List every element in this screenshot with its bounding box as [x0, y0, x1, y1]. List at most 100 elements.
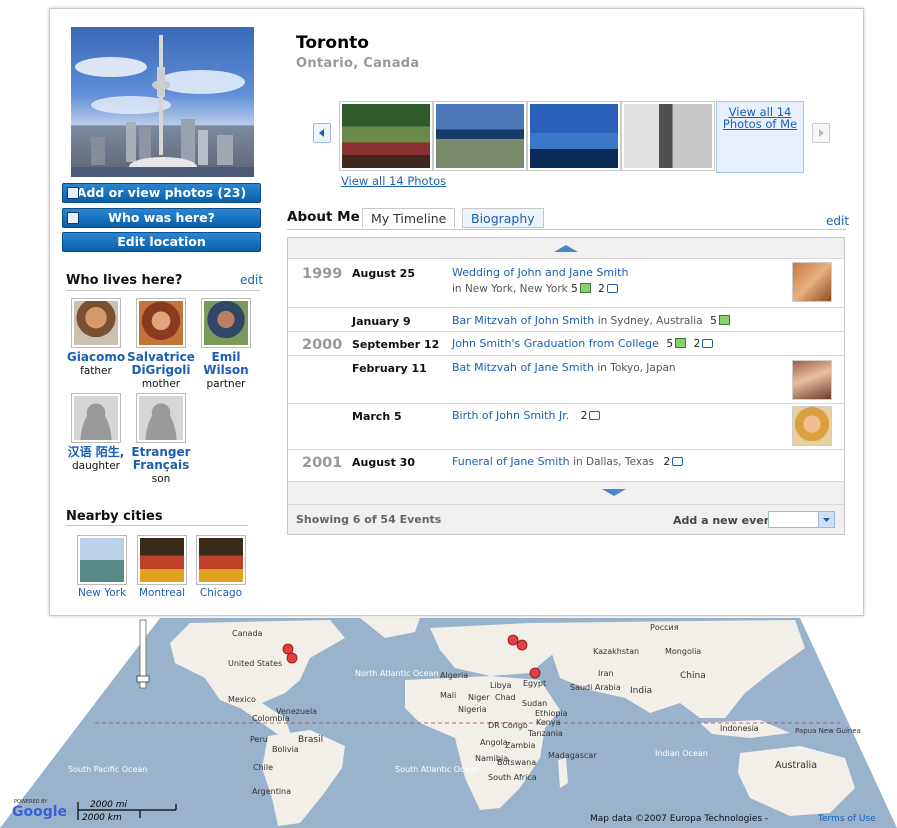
map-label-kenya: Kenya [536, 718, 561, 727]
view-all-photos-of-me-link[interactable]: View all 14 Photos of Me [723, 105, 797, 131]
scroll-up-icon [554, 245, 578, 252]
world-map[interactable]: United States Canada Mexico Venezuela Co… [0, 618, 897, 828]
city-region: Ontario, Canada [296, 56, 420, 71]
person-relation: mother [141, 378, 181, 390]
map-label-angola: Angola [480, 738, 508, 747]
tab-my-timeline[interactable]: My Timeline [362, 208, 456, 228]
person-card[interactable]: 汉语 陌生, daughter [62, 393, 130, 472]
person-relation: son [151, 473, 171, 485]
photo-icon [718, 315, 730, 325]
tab-biography[interactable]: Biography [462, 208, 544, 228]
map-label-peru: Peru [250, 735, 268, 744]
event-date: September 12 [352, 338, 440, 351]
map-label-dr-congo: DR Congo [488, 721, 528, 730]
map-label-mongolia: Mongolia [665, 647, 701, 656]
photos-icon [67, 187, 79, 199]
world-map-svg[interactable]: United States Canada Mexico Venezuela Co… [0, 618, 897, 828]
terms-link[interactable]: Terms of Use [817, 814, 876, 824]
event-thumb[interactable] [792, 262, 832, 302]
map-label-zambia: Zambia [505, 741, 535, 750]
map-label-kazakhstan: Kazakhstan [593, 647, 639, 656]
edit-location-label: Edit location [117, 234, 206, 249]
map-label-sudan: Sudan [522, 699, 547, 708]
city-photo [196, 535, 246, 585]
map-label-madagascar: Madagascar [548, 751, 597, 760]
scale-km: 2000 km [82, 813, 122, 823]
location-photo[interactable] [71, 27, 254, 177]
nearby-city[interactable]: Montreal [134, 535, 190, 599]
event-date: August 25 [352, 267, 415, 280]
add-event-select[interactable] [768, 511, 835, 528]
tab-about-me[interactable]: About Me [279, 208, 368, 228]
person-relation: father [80, 365, 112, 377]
nearby-city[interactable]: Chicago [193, 535, 249, 599]
person-card[interactable]: Giacomo father [62, 298, 130, 377]
person-photo-placeholder [136, 393, 186, 443]
location-card: Add or view photos (23) Who was here? Ed… [49, 8, 864, 616]
map-label-algeria: Algeria [440, 671, 468, 680]
event-title[interactable]: Bat Mitzvah of Jane Smith in Tokyo, Japa… [452, 361, 676, 374]
city-name: Chicago [199, 587, 243, 599]
nearby-cities-title: Nearby cities [66, 509, 163, 524]
zoom-handle[interactable] [136, 675, 150, 683]
add-photos-button[interactable]: Add or view photos (23) [62, 183, 261, 203]
photo-thumb[interactable] [339, 101, 433, 171]
person-photo-placeholder [71, 393, 121, 443]
scroll-down-icon [602, 489, 626, 496]
comment-icon [672, 457, 684, 466]
cn-tower-image [71, 35, 254, 177]
scroll-down-bar[interactable] [288, 482, 844, 504]
city-photo [137, 535, 187, 585]
event-title[interactable]: Bar Mitzvah of John Smith in Sydney, Aus… [452, 314, 730, 327]
next-arrow-icon [819, 129, 824, 137]
person-photo [136, 298, 186, 348]
map-label-botswana: Botswana [497, 758, 536, 767]
next-photos-button[interactable] [812, 123, 830, 143]
event-meta: in New York, New York 5 2 [452, 283, 618, 295]
map-label-bolivia: Bolivia [272, 745, 299, 754]
map-label-saudi-arabia: Saudi Arabia [570, 683, 621, 692]
event-title[interactable]: Birth of John Smith Jr. 2 [452, 409, 601, 422]
city-name: Montreal [138, 587, 186, 599]
prev-photos-button[interactable] [313, 123, 331, 143]
tabs-edit-link[interactable]: edit [826, 214, 849, 228]
person-card[interactable]: Salvatrice DiGrigoli mother [127, 298, 195, 390]
scale-mi: 2000 mi [90, 800, 128, 810]
person-card[interactable]: Etranger Français son [127, 393, 195, 485]
person-photo [201, 298, 251, 348]
nearby-city[interactable]: New York [74, 535, 130, 599]
map-label-canada: Canada [232, 629, 263, 638]
map-label-russia: Россия [650, 623, 679, 632]
event-year: 1999 [302, 266, 343, 282]
map-label-indian-ocean: Indian Ocean [655, 749, 708, 758]
photo-thumb[interactable] [527, 101, 621, 171]
map-label-mali: Mali [440, 691, 456, 700]
map-label-india: India [630, 686, 652, 696]
edit-location-button[interactable]: Edit location [62, 232, 261, 252]
prev-arrow-icon [319, 129, 324, 137]
person-card[interactable]: Emil Wilson partner [192, 298, 260, 390]
map-label-brasil: Brasil [298, 735, 323, 745]
person-relation: partner [206, 378, 246, 390]
photo-thumb[interactable] [433, 101, 527, 171]
dropdown-arrow-icon [818, 512, 834, 527]
event-title[interactable]: John Smith's Graduation from College 5 2 [452, 337, 714, 350]
who-lives-here-edit-link[interactable]: edit [240, 273, 263, 287]
who-was-here-label: Who was here? [108, 210, 215, 225]
event-thumb[interactable] [792, 406, 832, 446]
event-title[interactable]: Funeral of Jane Smith in Dallas, Texas 2 [452, 455, 684, 468]
event-title[interactable]: Wedding of John and Jane Smith [452, 266, 628, 279]
event-thumb[interactable] [792, 360, 832, 400]
map-label-argentina: Argentina [252, 787, 291, 796]
map-label-south-pacific: South Pacific Ocean [68, 765, 147, 774]
map-label-papua: Papua New Guinea [795, 727, 861, 735]
view-all-photos-of-me[interactable]: View all 14 Photos of Me [716, 101, 804, 173]
who-was-here-button[interactable]: Who was here? [62, 208, 261, 228]
map-label-north-atlantic: North Atlantic Ocean [355, 669, 438, 678]
person-name: Emil Wilson [203, 350, 249, 377]
photo-thumb[interactable] [621, 101, 715, 171]
view-all-photos-link[interactable]: View all 14 Photos [341, 174, 446, 188]
comment-icon [606, 284, 618, 293]
person-name: Salvatrice DiGrigoli [127, 350, 195, 377]
scroll-up-bar[interactable] [288, 238, 844, 258]
